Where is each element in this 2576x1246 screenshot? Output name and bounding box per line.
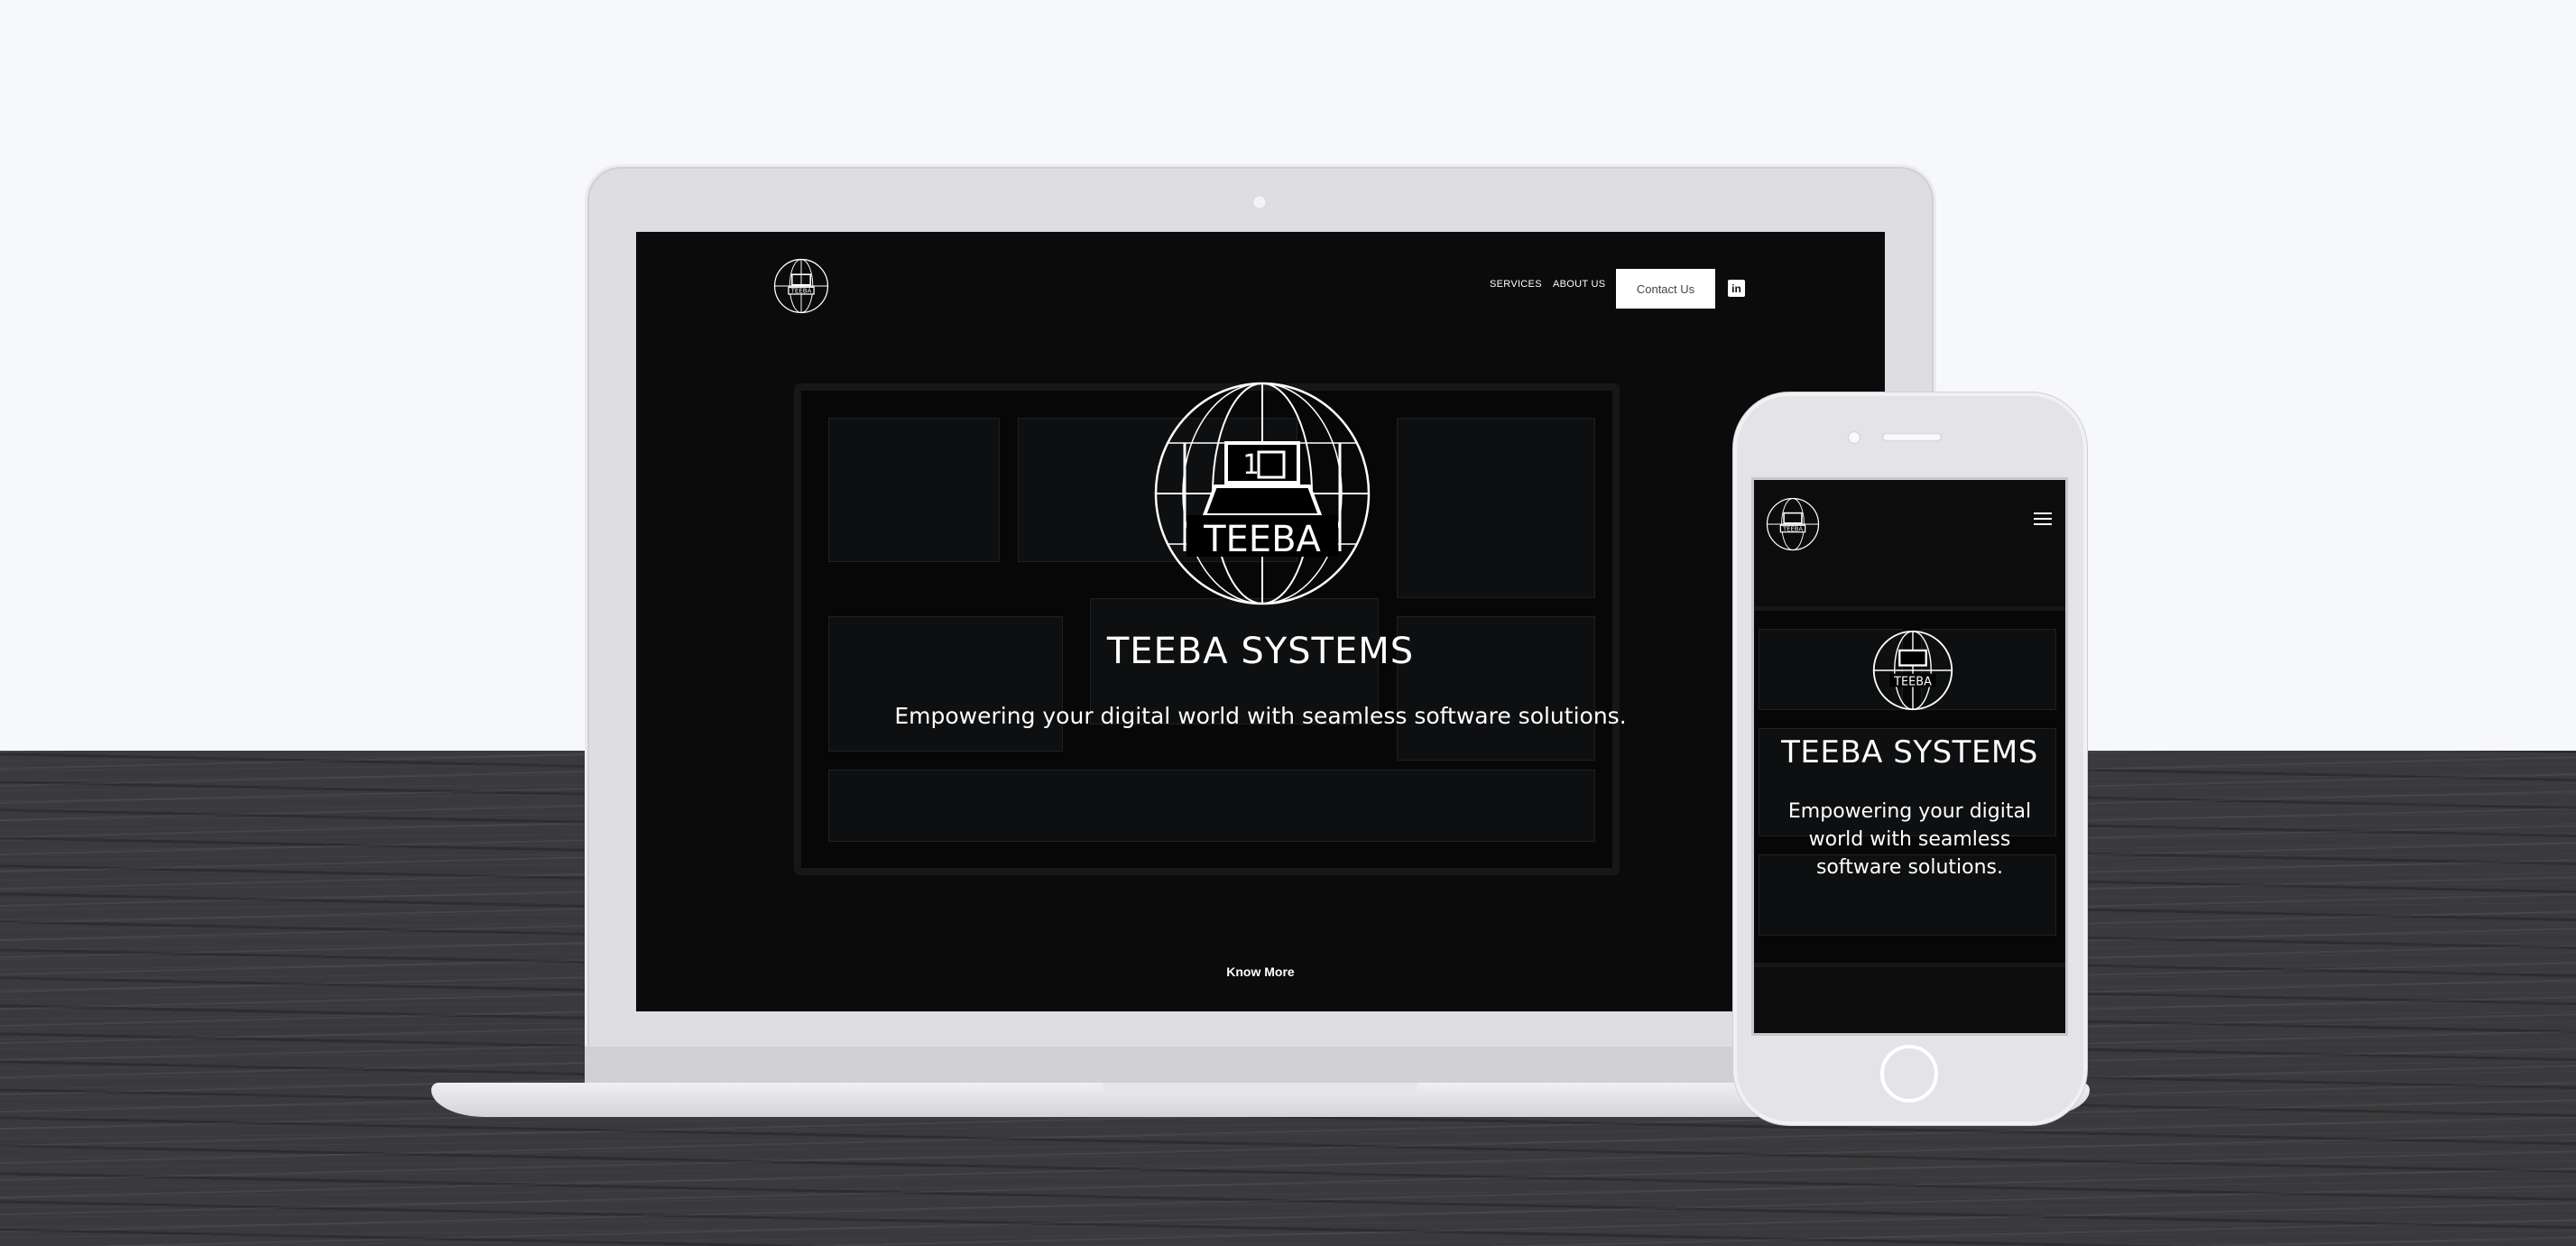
laptop-notch bbox=[1103, 1083, 1418, 1095]
mobile-brand-logo-icon[interactable]: TEEBA bbox=[1765, 496, 1821, 552]
phone-speaker bbox=[1882, 433, 1942, 441]
nav-about-link[interactable]: ABOUT US bbox=[1553, 279, 1605, 290]
top-navigation: TEEBA SERVICES ABOUT US Contact Us in bbox=[636, 232, 1885, 349]
desktop-screen: TEEBA SERVICES ABOUT US Contact Us in 1 … bbox=[636, 232, 1885, 1011]
brand-logo-icon[interactable]: TEEBA bbox=[772, 257, 830, 315]
mobile-hero-logo-text: TEEBA bbox=[1893, 676, 1932, 689]
hero-globe-logo-icon: 1 TEEBA bbox=[1154, 382, 1371, 605]
phone-camera bbox=[1848, 431, 1860, 444]
phone-home-button bbox=[1880, 1045, 1938, 1103]
hamburger-menu-icon[interactable] bbox=[2034, 512, 2052, 527]
mobile-brand-logo-text: TEEBA bbox=[1782, 525, 1803, 532]
linkedin-icon[interactable]: in bbox=[1728, 280, 1745, 297]
know-more-link[interactable]: Know More bbox=[636, 964, 1885, 979]
brand-logo-text: TEEBA bbox=[790, 287, 812, 295]
svg-text:1: 1 bbox=[1242, 449, 1259, 481]
contact-us-button[interactable]: Contact Us bbox=[1616, 269, 1715, 309]
mobile-hero-globe-logo-icon: TEEBA bbox=[1872, 630, 1953, 711]
hero-logo-text: TEEBA bbox=[1203, 519, 1321, 560]
hero-subtitle: Empowering your digital world with seaml… bbox=[894, 703, 1627, 729]
mobile-screen: TEEBA TEEBA TEEBA SYSTEMS Empowering you… bbox=[1751, 477, 2068, 1036]
mobile-hero-subtitle: Empowering your digital world with seaml… bbox=[1787, 800, 2032, 879]
laptop-camera bbox=[1252, 195, 1267, 209]
hero-title: TEEBA SYSTEMS bbox=[1106, 631, 1415, 672]
nav-services-link[interactable]: SERVICES bbox=[1490, 279, 1542, 290]
mobile-hero-title: TEEBA SYSTEMS bbox=[1781, 734, 2038, 771]
